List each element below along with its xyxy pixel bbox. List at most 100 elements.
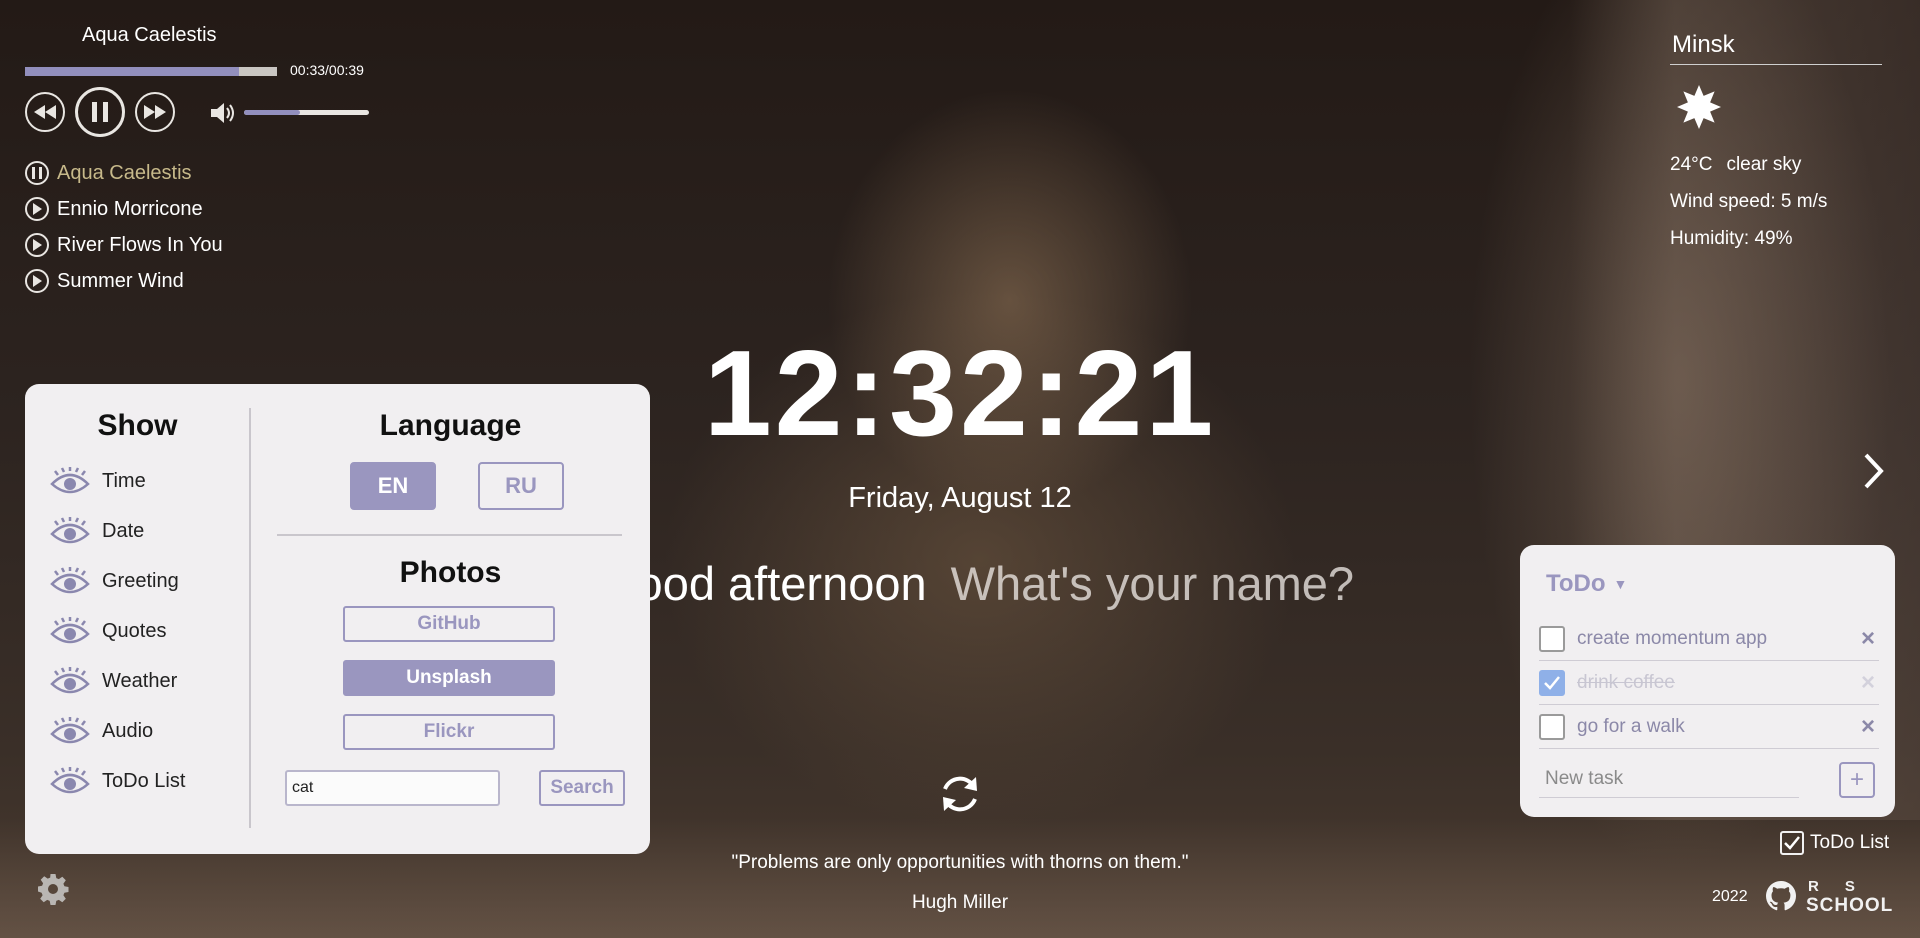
show-toggle-label: Weather bbox=[102, 669, 178, 692]
playlist-item-title: River Flows In You bbox=[57, 233, 223, 256]
progress-fill bbox=[25, 67, 240, 76]
gear-icon[interactable] bbox=[37, 873, 69, 905]
play-icon[interactable] bbox=[25, 197, 49, 221]
source-github-button[interactable]: GitHub bbox=[343, 606, 555, 642]
language-heading: Language bbox=[379, 409, 522, 442]
check-icon bbox=[1784, 836, 1800, 850]
todo-item-text[interactable]: go for a walk bbox=[1577, 716, 1857, 738]
show-toggle-label: ToDo List bbox=[102, 769, 186, 792]
eye-icon[interactable] bbox=[50, 516, 90, 546]
temperature: 24°C bbox=[1670, 154, 1713, 175]
volume-icon[interactable] bbox=[211, 102, 237, 124]
playlist-item[interactable]: Summer Wind bbox=[25, 263, 223, 299]
todo-item-checkbox[interactable] bbox=[1539, 713, 1565, 740]
eye-icon[interactable] bbox=[50, 666, 90, 696]
todo-title: ToDo bbox=[1546, 570, 1606, 597]
source-unsplash-button[interactable]: Unsplash bbox=[343, 660, 555, 696]
pause-button[interactable] bbox=[75, 87, 125, 137]
lang-ru-button[interactable]: RU bbox=[478, 462, 564, 510]
todo-toggle-checkbox[interactable] bbox=[1780, 831, 1804, 855]
playlist-item[interactable]: Aqua Caelestis bbox=[25, 155, 223, 191]
search-button[interactable]: Search bbox=[539, 770, 625, 806]
show-toggle-item[interactable]: Quotes bbox=[50, 606, 185, 656]
refresh-quote-icon[interactable] bbox=[938, 772, 982, 816]
show-toggle-label: Audio bbox=[102, 719, 154, 742]
show-toggle-label: Quotes bbox=[102, 619, 167, 642]
todo-list: create momentum app × drink coffee × go for … bbox=[1539, 617, 1879, 749]
name-input[interactable]: What's your name? bbox=[951, 556, 1354, 611]
playlist-item[interactable]: Ennio Morricone bbox=[25, 191, 223, 227]
eye-icon[interactable] bbox=[50, 566, 90, 596]
progress-bar[interactable] bbox=[25, 67, 277, 76]
new-task-input[interactable] bbox=[1539, 760, 1799, 798]
playlist-item-title: Aqua Caelestis bbox=[57, 161, 192, 184]
show-toggle-label: Greeting bbox=[102, 569, 179, 592]
player-current-title: Aqua Caelestis bbox=[82, 24, 217, 46]
play-icon[interactable] bbox=[25, 269, 49, 293]
show-toggle-item[interactable]: ToDo List bbox=[50, 756, 185, 806]
delete-icon[interactable]: × bbox=[1857, 713, 1879, 740]
weather-temp-row: 24°C clear sky bbox=[1670, 154, 1801, 176]
humidity: Humidity: 49% bbox=[1670, 228, 1793, 249]
column-divider bbox=[249, 408, 251, 828]
eye-icon[interactable] bbox=[50, 616, 90, 646]
previous-track-button[interactable] bbox=[25, 92, 65, 132]
todo-item: drink coffee × bbox=[1539, 661, 1879, 705]
todo-item-text[interactable]: create momentum app bbox=[1577, 628, 1857, 650]
rs-school-logo[interactable]: RS SCHOOL bbox=[1806, 878, 1898, 916]
pause-icon bbox=[92, 102, 108, 122]
photo-tag-input[interactable] bbox=[285, 770, 500, 806]
next-track-button[interactable] bbox=[135, 92, 175, 132]
eye-icon[interactable] bbox=[50, 716, 90, 746]
show-toggle-item[interactable]: Audio bbox=[50, 706, 185, 756]
eye-icon[interactable] bbox=[50, 766, 90, 796]
todo-panel: ToDo ▼ create momentum app × drink coffee × g… bbox=[1520, 545, 1895, 817]
delete-icon[interactable]: × bbox=[1857, 625, 1879, 652]
time-readout: 00:33/00:39 bbox=[290, 62, 364, 78]
volume-fill bbox=[244, 110, 301, 115]
check-icon bbox=[1544, 675, 1560, 690]
fast-forward-icon bbox=[144, 105, 166, 119]
sun-icon bbox=[1677, 85, 1721, 129]
rewind-icon bbox=[34, 105, 56, 119]
todo-item: create momentum app × bbox=[1539, 617, 1879, 661]
weather-widget: Minsk 24°C clear sky Wind speed: 5 m/s Hu… bbox=[1670, 28, 1882, 249]
greeting-row: Good afternoon What's your name? bbox=[600, 556, 1354, 611]
pause-icon[interactable] bbox=[25, 161, 49, 185]
playlist-item[interactable]: River Flows In You bbox=[25, 227, 223, 263]
todo-item-checkbox[interactable] bbox=[1539, 669, 1565, 696]
todo-list-selector[interactable]: ToDo ▼ bbox=[1546, 570, 1627, 598]
todo-item-text[interactable]: drink coffee bbox=[1577, 672, 1857, 694]
show-toggle-label: Date bbox=[102, 519, 145, 542]
source-flickr-button[interactable]: Flickr bbox=[343, 714, 555, 750]
show-list: Time Date Greeting Quotes Weather Audio ToDo L… bbox=[50, 456, 185, 806]
play-icon[interactable] bbox=[25, 233, 49, 257]
settings-panel: Show Time Date Greeting Quotes Weather Audio T… bbox=[25, 384, 650, 854]
todo-item-checkbox[interactable] bbox=[1539, 625, 1565, 652]
show-toggle-item[interactable]: Time bbox=[50, 456, 185, 506]
todo-item: go for a walk × bbox=[1539, 705, 1879, 749]
rs-logo-top: RS bbox=[1808, 878, 1881, 895]
quote-text: "Problems are only opportunities with th… bbox=[731, 852, 1189, 873]
rs-logo-bottom: SCHOOL bbox=[1806, 895, 1894, 916]
show-toggle-label: Time bbox=[102, 469, 146, 492]
photos-heading: Photos bbox=[399, 556, 502, 589]
lang-en-button[interactable]: EN bbox=[350, 462, 436, 510]
quote-author: Hugh Miller bbox=[911, 892, 1009, 913]
city-input[interactable]: Minsk bbox=[1670, 28, 1882, 65]
todo-toggle[interactable]: ToDo List bbox=[1780, 831, 1889, 855]
section-divider bbox=[277, 534, 622, 536]
add-task-button[interactable]: + bbox=[1839, 762, 1875, 798]
weather-description: clear sky bbox=[1726, 154, 1802, 175]
github-icon[interactable] bbox=[1765, 880, 1797, 912]
show-toggle-item[interactable]: Date bbox=[50, 506, 185, 556]
todo-toggle-label: ToDo List bbox=[1810, 832, 1890, 853]
show-toggle-item[interactable]: Greeting bbox=[50, 556, 185, 606]
show-toggle-item[interactable]: Weather bbox=[50, 656, 185, 706]
playlist-item-title: Summer Wind bbox=[57, 269, 184, 292]
eye-icon[interactable] bbox=[50, 466, 90, 496]
slide-next-icon[interactable] bbox=[1862, 452, 1886, 490]
volume-slider[interactable] bbox=[244, 110, 369, 115]
delete-icon[interactable]: × bbox=[1857, 669, 1879, 696]
show-heading: Show bbox=[97, 409, 178, 442]
